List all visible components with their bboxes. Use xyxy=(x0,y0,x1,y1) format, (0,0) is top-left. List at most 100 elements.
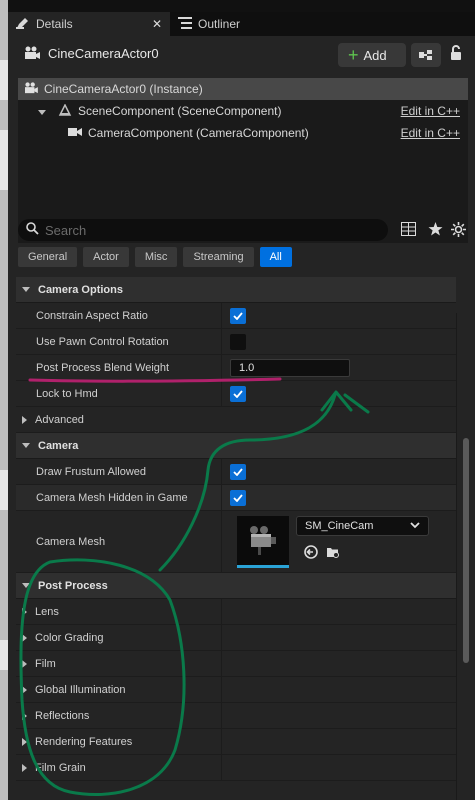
subcategory-label: Lens xyxy=(35,605,59,618)
property-draw-frustum-allowed: Draw Frustum Allowed xyxy=(16,459,456,485)
actor-title: CineCameraActor0 xyxy=(48,46,159,61)
subcategory-color-grading[interactable]: Color Grading xyxy=(16,625,456,651)
star-icon[interactable] xyxy=(428,222,443,239)
property-camera-mesh-hidden-in-game: Camera Mesh Hidden in Game xyxy=(16,485,456,511)
filter-general-button[interactable]: General xyxy=(18,247,78,267)
camera-component-icon xyxy=(68,126,82,140)
property-lock-to-hmd: Lock to Hmd xyxy=(16,381,456,407)
advanced-expander[interactable]: Advanced xyxy=(16,407,456,433)
property-label: Draw Frustum Allowed xyxy=(36,465,147,478)
property-constrain-aspect-ratio: Constrain Aspect Ratio xyxy=(16,303,456,329)
tree-item-instance[interactable]: CineCameraActor0 (Instance) xyxy=(18,78,468,100)
tab-outliner-label: Outliner xyxy=(198,17,241,31)
property-label: Post Process Blend Weight xyxy=(36,361,170,374)
edit-in-cpp-link[interactable]: Edit in C++ xyxy=(401,126,460,140)
edit-in-cpp-link[interactable]: Edit in C++ xyxy=(401,104,460,118)
subcategory-label: Reflections xyxy=(35,709,90,722)
camera-mesh-hidden-checkbox[interactable] xyxy=(230,489,246,506)
chevron-right-icon xyxy=(22,415,27,424)
subcategory-lens[interactable]: Lens xyxy=(16,599,456,625)
camera-mesh-preview-icon xyxy=(250,526,276,555)
chevron-down-icon xyxy=(22,443,30,448)
camera-actor-icon xyxy=(24,46,40,63)
category-post-process[interactable]: Post Process xyxy=(16,573,456,599)
subcategory-global-illumination[interactable]: Global Illumination xyxy=(16,677,456,703)
check-icon xyxy=(233,493,243,502)
lock-icon[interactable] xyxy=(449,45,463,64)
property-label: Lock to Hmd xyxy=(36,387,98,400)
subcategory-film-grain[interactable]: Film Grain xyxy=(16,755,456,781)
chevron-right-icon xyxy=(22,633,27,642)
scene-component-icon xyxy=(58,102,72,119)
chevron-right-icon xyxy=(22,763,27,772)
property-label: Camera Mesh xyxy=(36,535,106,548)
check-icon xyxy=(233,311,243,320)
property-label: Use Pawn Control Rotation xyxy=(36,335,169,348)
scrollbar-thumb[interactable] xyxy=(463,438,469,663)
blueprint-icon xyxy=(419,50,432,60)
constrain-aspect-ratio-checkbox[interactable] xyxy=(230,307,246,324)
tree-item-label: CineCameraActor0 (Instance) xyxy=(44,82,203,96)
blueprint-button[interactable] xyxy=(411,43,441,67)
category-title: Camera xyxy=(38,439,79,452)
subcategory-label: Rendering Features xyxy=(35,735,133,748)
advanced-label: Advanced xyxy=(35,413,84,426)
property-label: Camera Mesh Hidden in Game xyxy=(36,491,188,504)
tree-item-scene-component[interactable]: SceneComponent (SceneComponent) Edit in … xyxy=(18,100,468,122)
subcategory-label: Film Grain xyxy=(35,761,86,774)
check-icon xyxy=(233,389,243,398)
search-input[interactable]: Search xyxy=(18,219,388,241)
panel-tabs: Details ✕ Outliner xyxy=(8,12,475,36)
filter-streaming-button[interactable]: Streaming xyxy=(183,247,254,267)
filter-actor-button[interactable]: Actor xyxy=(83,247,129,267)
chevron-down-icon[interactable] xyxy=(38,104,54,118)
subcategory-label: Global Illumination xyxy=(35,683,126,696)
chevron-right-icon xyxy=(22,685,27,694)
filter-all-button[interactable]: All xyxy=(259,247,292,267)
mesh-thumbnail[interactable] xyxy=(237,516,289,568)
tree-item-label: SceneComponent (SceneComponent) xyxy=(78,104,282,118)
post-process-blend-weight-field[interactable]: 1.0 xyxy=(230,358,350,377)
category-camera[interactable]: Camera xyxy=(16,433,456,459)
details-header: CineCameraActor0 + Add xyxy=(8,36,475,72)
gear-icon[interactable] xyxy=(451,222,466,240)
tree-item-camera-component[interactable]: CameraComponent (CameraComponent) Edit i… xyxy=(18,122,468,144)
subcategory-film[interactable]: Film xyxy=(16,651,456,677)
subcategory-rendering-features[interactable]: Rendering Features xyxy=(16,729,456,755)
use-pawn-control-rotation-checkbox[interactable] xyxy=(230,333,246,350)
details-panel: CineCameraActor0 + Add CineCameraActor0 … xyxy=(8,36,475,800)
tab-details-label: Details xyxy=(36,17,73,31)
add-label: Add xyxy=(363,47,387,63)
mesh-asset-value: SM_CineCam xyxy=(305,520,374,532)
table-view-icon[interactable] xyxy=(401,222,416,239)
search-icon xyxy=(26,222,39,238)
chevron-right-icon xyxy=(22,711,27,720)
search-placeholder: Search xyxy=(45,222,87,238)
property-label: Constrain Aspect Ratio xyxy=(36,309,148,322)
use-selected-arrow-icon[interactable] xyxy=(304,545,318,562)
property-camera-mesh: Camera Mesh SM_CineCam xyxy=(16,511,456,573)
chevron-down-icon xyxy=(22,583,30,588)
draw-frustum-allowed-checkbox[interactable] xyxy=(230,463,246,480)
search-row: Search xyxy=(18,219,468,243)
property-list: Camera Options Constrain Aspect Ratio Us… xyxy=(16,277,456,781)
mesh-asset-actions xyxy=(304,545,340,562)
tab-outliner[interactable]: Outliner xyxy=(170,12,248,36)
filter-misc-button[interactable]: Misc xyxy=(134,247,178,267)
mesh-asset-dropdown[interactable]: SM_CineCam xyxy=(296,516,429,536)
window-top-bar xyxy=(8,0,475,12)
add-component-button[interactable]: + Add xyxy=(338,43,406,67)
subcategory-label: Color Grading xyxy=(35,631,104,644)
browse-folder-icon[interactable] xyxy=(326,545,340,562)
background-window-edge xyxy=(0,0,8,800)
tab-details[interactable]: Details ✕ xyxy=(8,12,170,36)
category-title: Post Process xyxy=(38,579,108,592)
close-tab-icon[interactable]: ✕ xyxy=(152,17,162,31)
subcategory-reflections[interactable]: Reflections xyxy=(16,703,456,729)
lock-to-hmd-checkbox[interactable] xyxy=(230,385,246,402)
category-camera-options[interactable]: Camera Options xyxy=(16,277,456,303)
chevron-right-icon xyxy=(22,737,27,746)
subcategory-label: Film xyxy=(35,657,56,670)
filter-bar: General Actor Misc Streaming All xyxy=(18,247,298,269)
details-pencil-icon xyxy=(16,17,30,32)
